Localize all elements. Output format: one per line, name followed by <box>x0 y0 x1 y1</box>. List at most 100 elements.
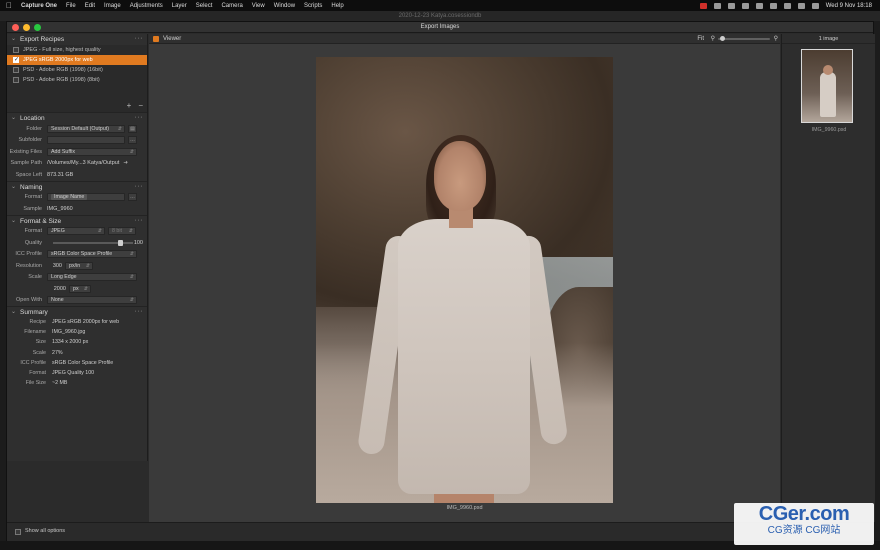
menubar-clock[interactable]: Wed 9 Nov 18:18 <box>826 3 872 9</box>
cloud-icon[interactable] <box>713 2 721 9</box>
resolution-unit-select[interactable]: px/in ⇵ <box>65 261 93 270</box>
summary-row: Format JPEG Quality 100 <box>29 370 95 377</box>
chevron-down-icon[interactable]: ⌄ <box>11 34 16 45</box>
space-left-value: 873.31 GB <box>47 171 74 178</box>
naming-header[interactable]: ⌄ Naming ··· <box>7 180 147 192</box>
format-size-title: Format & Size <box>20 217 62 225</box>
close-window-button[interactable] <box>12 24 19 31</box>
subfolder-label: Subfolder <box>18 137 42 144</box>
icc-profile-select[interactable]: sRGB Color Space Profile ⇵ <box>47 250 137 259</box>
maximize-window-button[interactable] <box>34 24 41 31</box>
fit-button[interactable]: Fit <box>697 34 704 44</box>
quality-value[interactable]: 100 <box>134 240 143 246</box>
zoom-slider[interactable] <box>718 36 770 41</box>
open-with-select[interactable]: None ⇵ <box>47 296 137 305</box>
recipe-label: JPEG sRGB 2000px for web <box>23 57 93 63</box>
naming-tokens-button[interactable]: … <box>128 193 137 202</box>
resolution-input[interactable]: 300 <box>47 263 65 269</box>
chevron-updown-icon: ⇵ <box>129 148 134 155</box>
summary-header[interactable]: ⌄ Summary ··· <box>7 306 147 317</box>
recipe-checkbox[interactable] <box>13 77 19 83</box>
menu-scripts[interactable]: Scripts <box>304 3 322 9</box>
bluetooth-icon[interactable] <box>769 2 777 9</box>
image-name-token[interactable]: Image Name <box>51 194 88 201</box>
folder-select[interactable]: Session Default (Output) ⇵ <box>47 124 125 133</box>
quality-slider[interactable] <box>53 240 133 246</box>
recipe-item-jpeg-srgb[interactable]: JPEG sRGB 2000px for web <box>7 55 147 65</box>
menu-select[interactable]: Select <box>196 3 213 9</box>
size-input[interactable]: 2000 <box>47 286 69 292</box>
viewer-toolbar: Viewer Fit ⚲ ⚲ <box>149 34 780 44</box>
format-select[interactable]: JPEG ⇵ <box>47 227 105 236</box>
recipe-label: PSD - Adobe RGB (1998) (16bit) <box>23 67 103 73</box>
existing-files-select[interactable]: Add Suffix ⇵ <box>47 147 137 156</box>
menu-layer[interactable]: Layer <box>172 3 187 9</box>
scale-select[interactable]: Long Edge ⇵ <box>47 273 137 282</box>
location-header[interactable]: ⌄ Location ··· <box>7 112 147 123</box>
zoom-slider-handle[interactable] <box>720 36 725 41</box>
menu-view[interactable]: View <box>252 3 265 9</box>
thumbnail[interactable] <box>801 49 853 123</box>
more-options-icon[interactable]: ··· <box>135 33 144 44</box>
bit-depth-select[interactable]: 8 bit ⇵ <box>108 227 136 236</box>
menu-camera[interactable]: Camera <box>221 3 242 9</box>
wifi-icon[interactable] <box>783 2 791 9</box>
show-all-options-label[interactable]: Show all options <box>25 528 65 534</box>
preview-image[interactable] <box>316 57 613 503</box>
menu-app-name[interactable]: Capture One <box>21 3 57 9</box>
zoom-in-icon[interactable]: ⚲ <box>774 34 778 44</box>
size-unit-select[interactable]: px ⇵ <box>69 284 91 293</box>
more-options-icon[interactable]: ··· <box>135 215 144 226</box>
more-options-icon[interactable]: ··· <box>135 112 144 123</box>
subfolder-tokens-button[interactable]: … <box>128 136 137 145</box>
size-row: 2000 px ⇵ <box>7 283 147 295</box>
document-title: 2020-12-23 Katya.cosessiondb <box>0 11 880 21</box>
format-size-header[interactable]: ⌄ Format & Size ··· <box>7 214 147 226</box>
menu-edit[interactable]: Edit <box>85 3 95 9</box>
apple-icon[interactable]:  <box>6 1 12 10</box>
recipe-item-jpeg-full[interactable]: JPEG - Full size, highest quality <box>7 45 147 55</box>
search-icon[interactable] <box>797 2 805 9</box>
summary-row: File Size ~2 MB <box>25 380 68 387</box>
recipe-checkbox[interactable] <box>13 55 19 65</box>
more-options-icon[interactable]: ··· <box>135 181 144 192</box>
image-count: 1 image <box>782 34 875 44</box>
subfolder-input[interactable] <box>47 136 125 145</box>
summary-row: ICC Profile sRGB Color Space Profile <box>20 359 114 366</box>
chevron-updown-icon: ⇵ <box>129 274 134 281</box>
record-icon[interactable] <box>699 2 707 9</box>
menu-window[interactable]: Window <box>274 3 295 9</box>
add-recipe-button[interactable]: + <box>127 101 132 110</box>
scale-label: Scale <box>28 274 42 281</box>
recipe-item-psd-16bit[interactable]: PSD - Adobe RGB (1998) (16bit) <box>7 65 147 75</box>
remove-recipe-button[interactable]: − <box>138 101 143 110</box>
image-browser: 1 image IMG_9960.psd <box>781 34 875 522</box>
control-center-icon[interactable] <box>811 2 819 9</box>
zoom-out-icon[interactable]: ⚲ <box>711 34 715 44</box>
menu-file[interactable]: File <box>66 3 76 9</box>
chevron-down-icon[interactable]: ⌄ <box>11 307 16 318</box>
viewer-panel: Viewer Fit ⚲ ⚲ IMG_9960.psd <box>149 34 780 522</box>
format-row: Format JPEG ⇵ 8 bit ⇵ <box>7 226 147 238</box>
more-options-icon[interactable]: ··· <box>135 306 144 317</box>
show-all-options-checkbox[interactable] <box>15 529 21 535</box>
menu-help[interactable]: Help <box>331 3 343 9</box>
dropbox-icon[interactable] <box>741 2 749 9</box>
display-icon[interactable] <box>727 2 735 9</box>
export-recipes-header[interactable]: ⌄ Export Recipes ··· <box>7 34 147 45</box>
recipe-checkbox[interactable] <box>13 47 19 53</box>
reveal-arrow-icon[interactable]: ➜ <box>123 160 128 166</box>
menu-image[interactable]: Image <box>104 3 121 9</box>
folder-browse-icon[interactable]: ▤ <box>128 124 137 133</box>
menu-adjustments[interactable]: Adjustments <box>130 3 163 9</box>
quality-row: Quality 100 <box>7 237 147 249</box>
preview-filename: IMG_9960.psd <box>446 505 483 511</box>
naming-format-input[interactable]: Image Name <box>47 193 125 202</box>
quality-slider-handle[interactable] <box>118 240 123 246</box>
send-icon[interactable] <box>755 2 763 9</box>
dialog-title: Export Images <box>420 24 460 30</box>
recipe-checkbox[interactable] <box>13 67 19 73</box>
recipe-item-psd-8bit[interactable]: PSD - Adobe RGB (1998) (8bit) <box>7 75 147 85</box>
space-left-label: Space Left <box>15 171 42 178</box>
minimize-window-button[interactable] <box>23 24 30 31</box>
